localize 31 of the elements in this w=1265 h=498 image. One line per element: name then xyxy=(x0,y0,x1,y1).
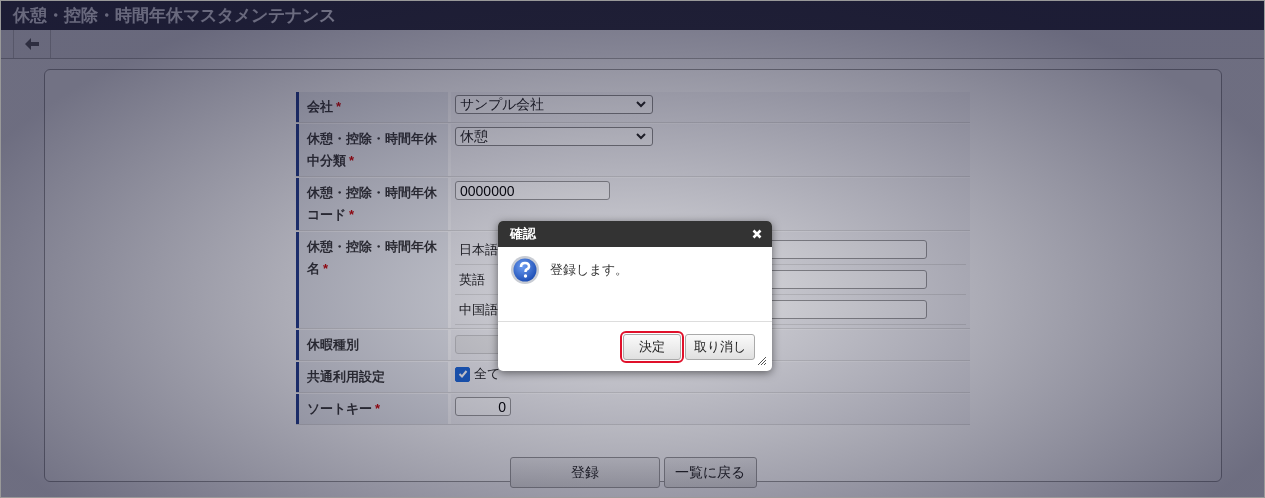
field-label: 会社 * xyxy=(296,92,448,122)
action-button[interactable]: 登録 xyxy=(509,457,660,488)
resize-grip-icon[interactable] xyxy=(758,357,766,365)
language-label: 中国語 xyxy=(458,300,499,319)
chevron-down-icon xyxy=(636,133,646,140)
page-title: 休憩・控除・時間年休マスタメンテナンス xyxy=(13,5,336,27)
checkbox-label: 全て xyxy=(474,365,500,383)
input-field[interactable]: 0 xyxy=(455,397,511,416)
left-arrow-icon xyxy=(25,38,39,50)
dropdown[interactable]: サンプル会社 xyxy=(455,95,653,114)
checkbox[interactable] xyxy=(455,366,470,382)
action-button[interactable]: 一覧に戻る xyxy=(663,457,757,488)
close-icon[interactable] xyxy=(752,229,762,239)
dialog-button[interactable]: 決定 xyxy=(623,333,681,360)
back-button[interactable] xyxy=(13,30,51,58)
language-label: 英語 xyxy=(458,270,486,289)
field-label: 休暇種別 xyxy=(296,330,448,360)
field-label: 休憩・控除・時間年休名 * xyxy=(296,232,448,328)
dialog-title: 確認 xyxy=(510,225,536,243)
field-label: 休憩・控除・時間年休コード * xyxy=(296,178,448,230)
field-label: ソートキー * xyxy=(296,394,448,424)
language-label: 日本語 xyxy=(458,240,499,259)
chevron-down-icon xyxy=(636,101,646,108)
input-field[interactable]: 0000000 xyxy=(455,181,610,200)
dialog-message: 登録します。 xyxy=(550,261,628,279)
question-icon xyxy=(510,255,540,285)
field-label: 休憩・控除・時間年休中分類 * xyxy=(296,124,448,176)
dropdown[interactable]: 休憩 xyxy=(455,127,653,146)
field-label: 共通利用設定 xyxy=(296,362,448,392)
dialog-button[interactable]: 取り消し xyxy=(685,333,755,360)
checkmark-icon xyxy=(457,369,468,379)
